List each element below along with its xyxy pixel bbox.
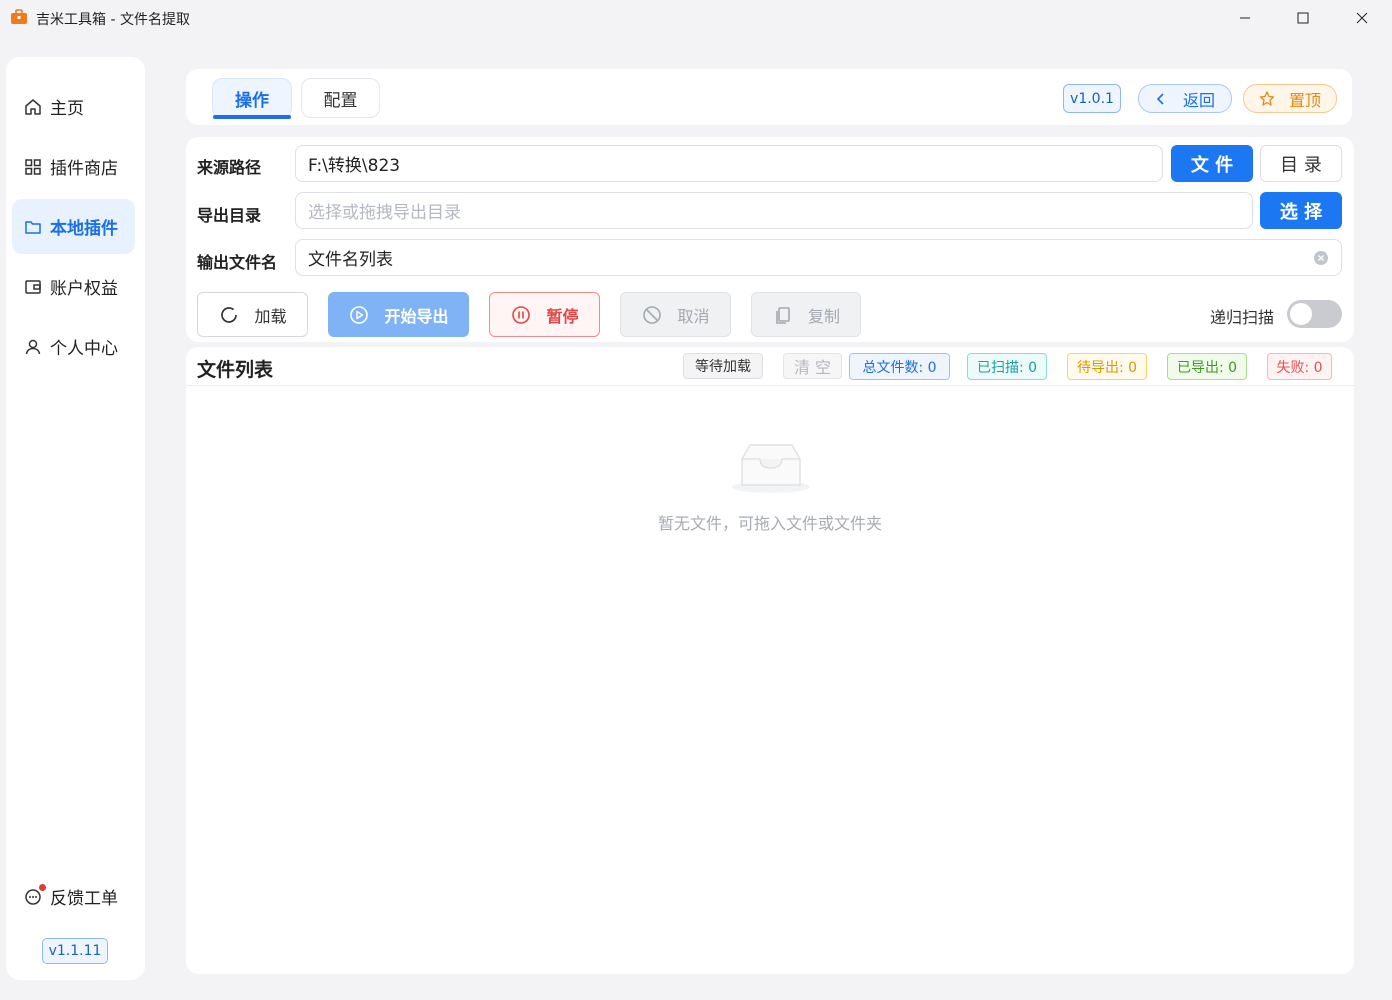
exported-badge: 已导出: 0 <box>1167 353 1247 380</box>
tab-operation[interactable]: 操作 <box>212 78 292 119</box>
export-dir-input[interactable]: 选择或拖拽导出目录 <box>295 192 1253 229</box>
scanned-badge: 已扫描: 0 <box>967 353 1047 380</box>
sidebar-item-label: 反馈工单 <box>50 889 118 909</box>
back-label: 返回 <box>1182 90 1215 110</box>
sidebar-item-account-benefits[interactable]: 账户权益 <box>12 259 135 314</box>
list-divider <box>186 385 1354 386</box>
file-list-title: 文件列表 <box>197 359 274 381</box>
maximize-icon <box>1297 12 1309 24</box>
copy-label: 复制 <box>807 306 840 326</box>
wallet-icon <box>24 278 42 296</box>
start-export-button[interactable]: 开始导出 <box>328 292 469 337</box>
load-label: 加载 <box>254 306 287 326</box>
sidebar-item-personal-center[interactable]: 个人中心 <box>12 319 135 374</box>
total-files-badge: 总文件数: 0 <box>849 353 950 380</box>
pin-icon <box>1259 90 1275 106</box>
chat-icon <box>24 883 46 906</box>
copy-icon <box>772 304 794 326</box>
user-icon <box>24 338 42 356</box>
sidebar-item-home[interactable]: 主页 <box>12 79 135 134</box>
ban-icon <box>641 304 663 326</box>
start-export-label: 开始导出 <box>384 306 449 326</box>
back-button[interactable]: 返回 <box>1138 84 1232 113</box>
app-version-badge: v1.1.11 <box>42 938 108 964</box>
home-icon <box>24 98 42 116</box>
maximize-button[interactable] <box>1274 0 1332 36</box>
close-button[interactable] <box>1333 0 1391 36</box>
play-circle-icon <box>348 304 370 326</box>
empty-state-text: 暂无文件，可拖入文件或文件夹 <box>657 514 882 533</box>
sidebar-item-label: 本地插件 <box>50 219 118 239</box>
select-export-dir-button[interactable]: 选 择 <box>1260 192 1342 229</box>
folder-icon <box>24 218 42 236</box>
output-filename-label: 输出文件名 <box>197 253 278 272</box>
sidebar-item-label: 插件商店 <box>50 159 118 179</box>
window-title: 吉米工具箱 - 文件名提取 <box>36 12 190 28</box>
source-path-label: 来源路径 <box>197 158 262 177</box>
header-card: 操作 配置 v1.0.1 返回 置顶 <box>186 69 1352 125</box>
pause-button[interactable]: 暂停 <box>489 292 600 337</box>
minimize-icon <box>1240 17 1250 19</box>
sidebar-item-plugin-store[interactable]: 插件商店 <box>12 139 135 194</box>
cancel-button[interactable]: 取消 <box>620 292 731 337</box>
clear-input-icon[interactable] <box>1313 250 1329 266</box>
failed-badge: 失败: 0 <box>1267 353 1332 380</box>
toolbox-app-icon <box>11 9 27 24</box>
refresh-icon <box>218 304 240 326</box>
notification-dot <box>39 883 46 891</box>
wait-loading-button[interactable]: 等待加载 <box>683 353 763 379</box>
pin-label: 置顶 <box>1288 90 1321 110</box>
recursive-scan-toggle[interactable] <box>1287 300 1342 328</box>
chevron-left-icon <box>1156 92 1164 105</box>
minimize-button[interactable] <box>1216 0 1274 36</box>
sidebar-item-label: 个人中心 <box>50 339 118 359</box>
pending-export-badge: 待导出: 0 <box>1067 353 1147 380</box>
sidebar: 主页 插件商店 本地插件 账户权益 个人中心 反馈工单 v1.1.11 <box>6 57 145 980</box>
output-filename-input[interactable]: 文件名列表 <box>295 239 1342 276</box>
copy-button[interactable]: 复制 <box>751 292 861 337</box>
sidebar-item-label: 主页 <box>50 99 84 119</box>
select-directory-button[interactable]: 目 录 <box>1260 145 1342 182</box>
load-button[interactable]: 加载 <box>197 292 308 337</box>
close-icon <box>1356 12 1368 24</box>
tab-config[interactable]: 配置 <box>301 78 380 118</box>
grid-icon <box>24 158 42 176</box>
pause-label: 暂停 <box>546 306 579 326</box>
cancel-label: 取消 <box>677 306 710 326</box>
output-filename-value: 文件名列表 <box>308 250 393 270</box>
export-dir-label: 导出目录 <box>197 206 262 225</box>
pin-button[interactable]: 置顶 <box>1243 84 1337 113</box>
title-bar: 吉米工具箱 - 文件名提取 <box>0 0 1392 36</box>
empty-inbox-icon <box>732 444 810 493</box>
clear-list-button[interactable]: 清 空 <box>783 353 842 379</box>
sidebar-item-feedback[interactable]: 反馈工单 <box>12 869 135 924</box>
sidebar-item-label: 账户权益 <box>50 279 118 299</box>
plugin-version-badge: v1.0.1 <box>1063 84 1121 113</box>
recursive-scan-label: 递归扫描 <box>1210 308 1275 327</box>
form-card: 来源路径 F:\转换\823 文 件 目 录 导出目录 选择或拖拽导出目录 选 … <box>186 137 1354 342</box>
source-path-input[interactable]: F:\转换\823 <box>295 145 1163 182</box>
pause-circle-icon <box>510 304 532 326</box>
sidebar-item-local-plugins[interactable]: 本地插件 <box>12 199 135 254</box>
select-file-button[interactable]: 文 件 <box>1171 145 1253 182</box>
file-list-card: 文件列表 等待加载 清 空 总文件数: 0 已扫描: 0 待导出: 0 已导出:… <box>186 347 1354 974</box>
